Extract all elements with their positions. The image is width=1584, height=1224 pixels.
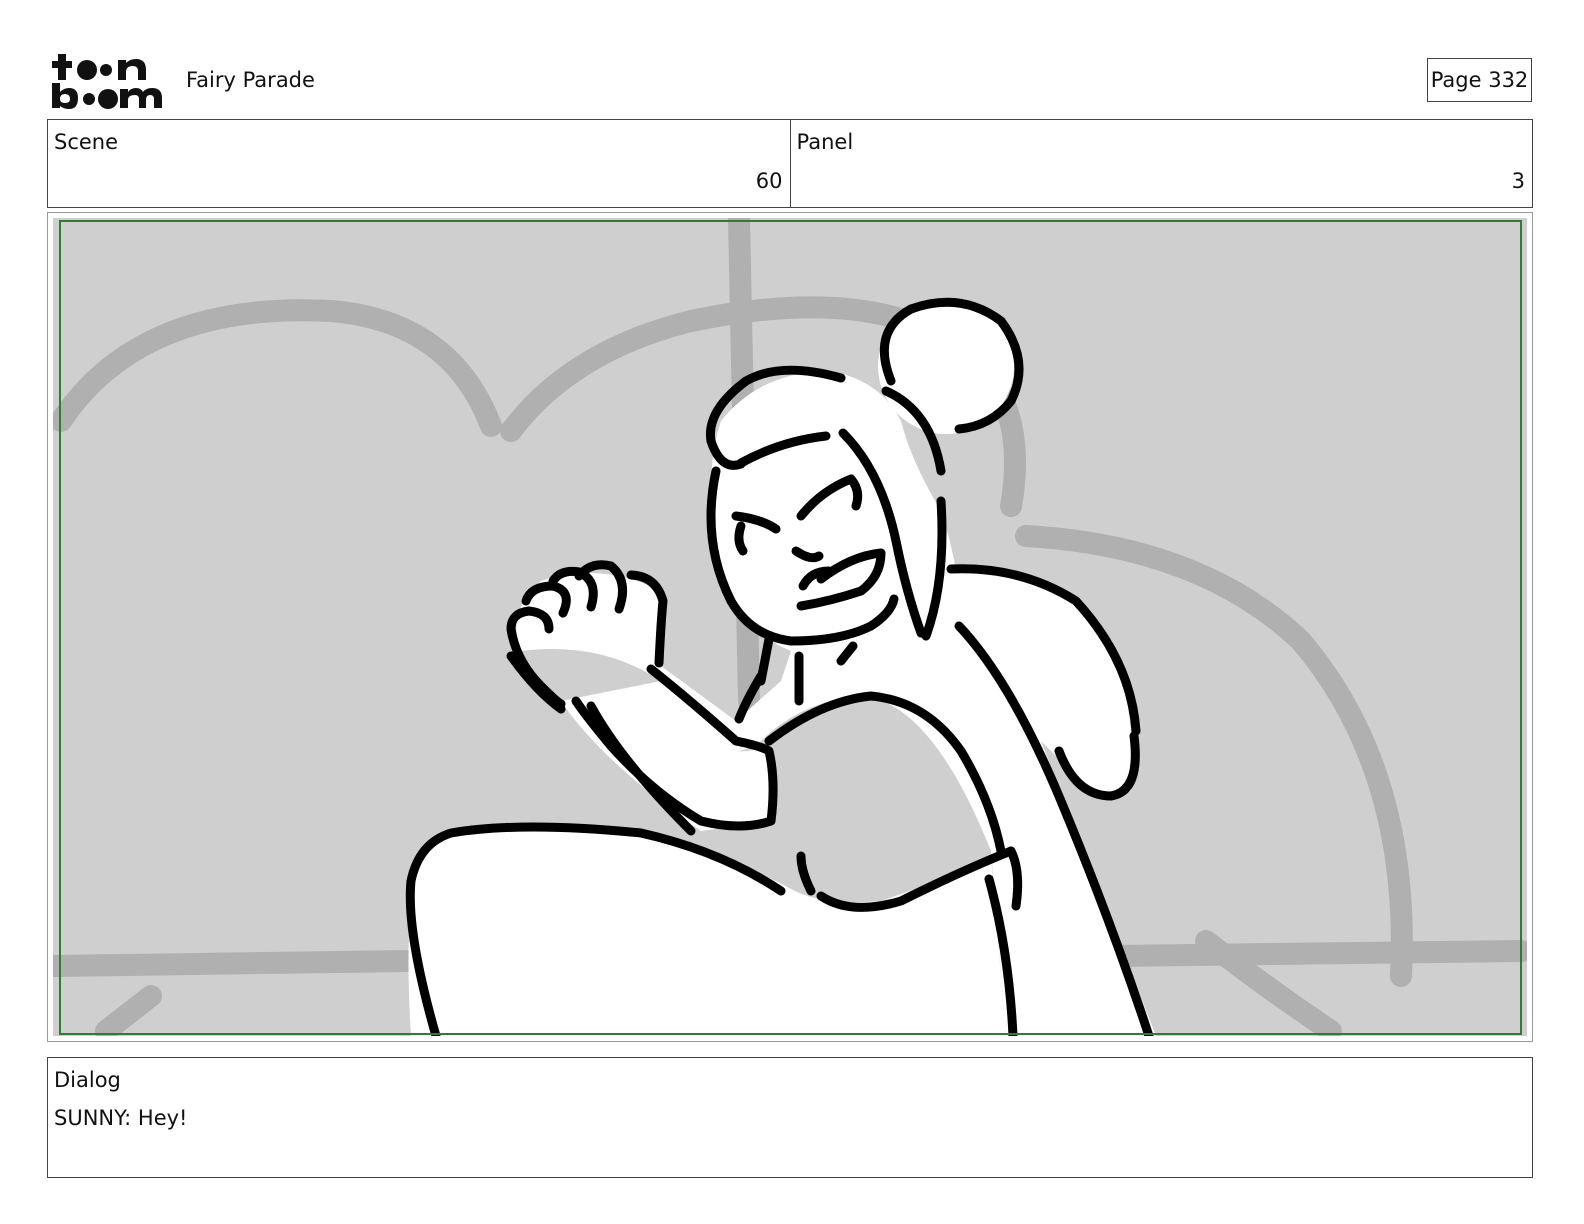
panel-cell: Panel 3 <box>789 120 1533 207</box>
dialog-text: SUNNY: Hey! <box>54 1106 188 1130</box>
toon-boom-logo <box>50 50 166 112</box>
scene-value: 60 <box>755 169 783 193</box>
panel-value: 3 <box>1511 169 1525 193</box>
scene-label: Scene <box>54 130 119 154</box>
scene-panel-row: Scene 60 Panel 3 <box>47 119 1533 208</box>
dialog-label: Dialog <box>54 1068 121 1092</box>
panel-label: Panel <box>796 130 854 154</box>
scene-cell: Scene 60 <box>48 120 790 207</box>
dialog-box: Dialog SUNNY: Hey! <box>47 1057 1533 1178</box>
panel-drawing <box>53 218 1527 1036</box>
page-number: Page 332 <box>1427 58 1532 102</box>
storyboard-panel <box>47 212 1533 1042</box>
project-title: Fairy Parade <box>186 68 315 92</box>
